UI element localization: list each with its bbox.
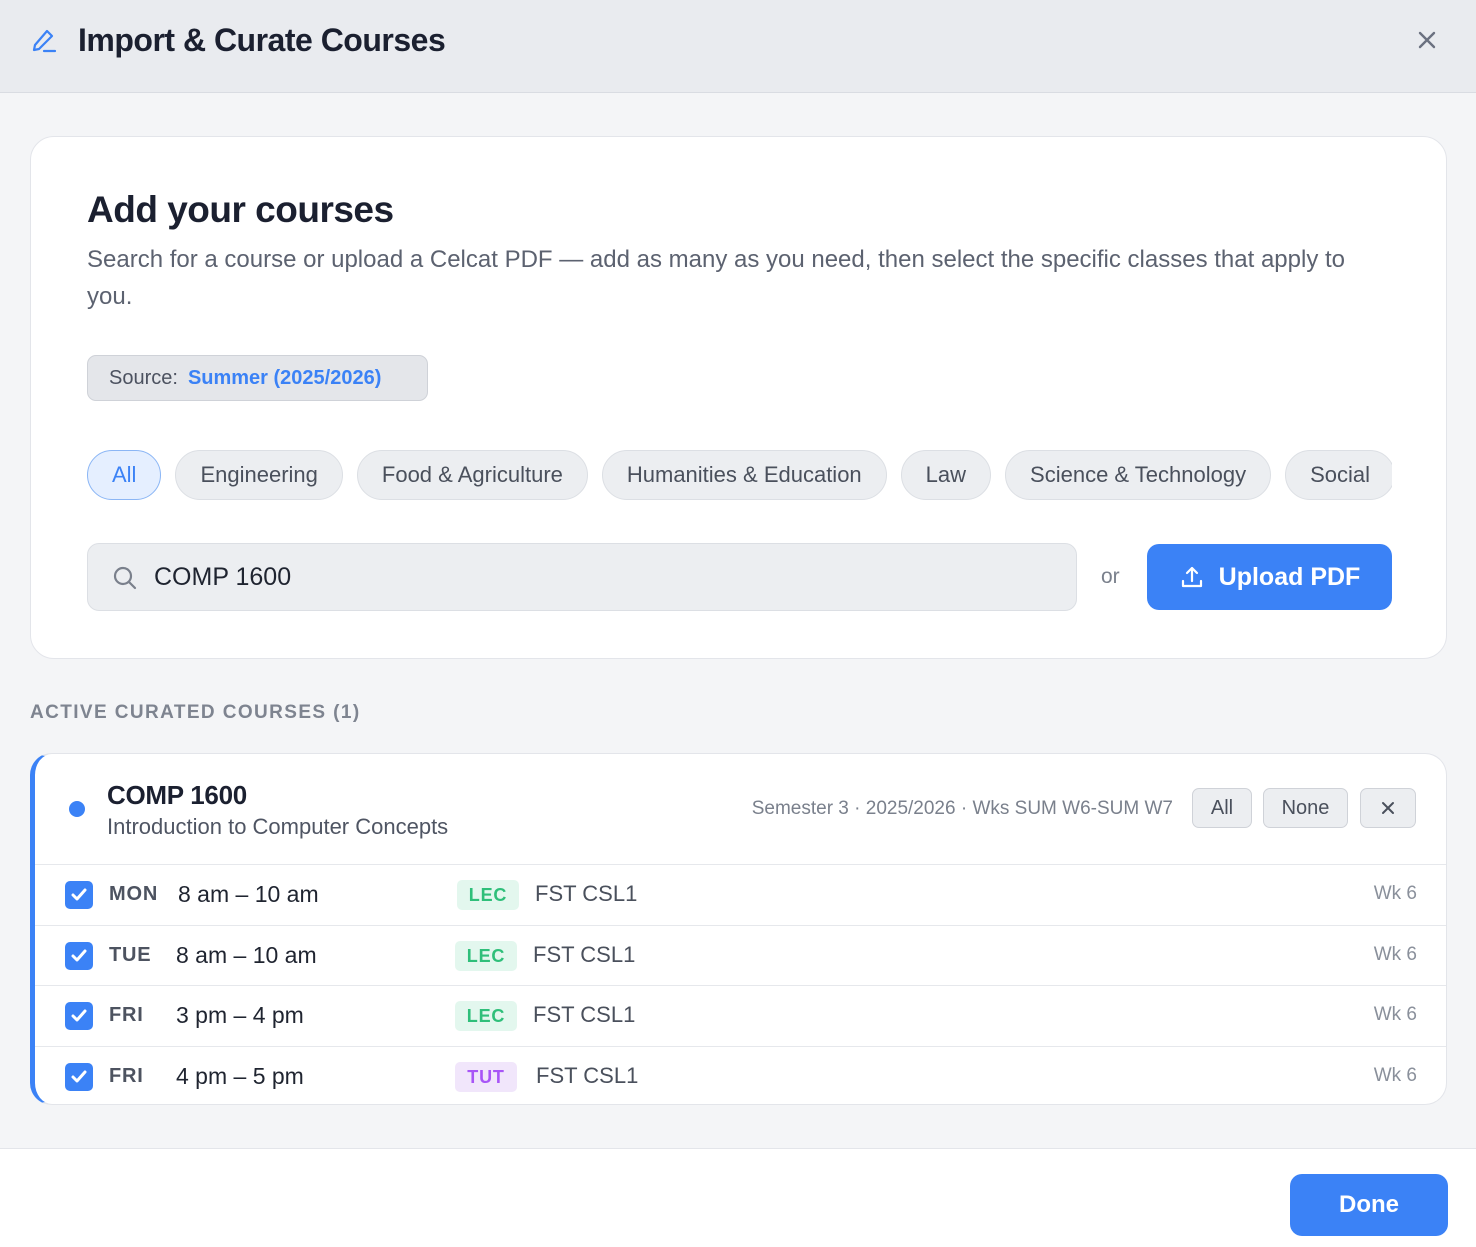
filter-chip-science-technology[interactable]: Science & Technology <box>1005 450 1272 500</box>
class-row: FRI 3 pm – 4 pm LEC FST CSL1 Wk 6 <box>35 985 1446 1046</box>
class-checkbox[interactable] <box>65 942 93 970</box>
class-time: 4 pm – 5 pm <box>176 1063 304 1089</box>
class-week: Wk 6 <box>1373 944 1417 965</box>
search-icon <box>113 566 137 590</box>
class-time: 8 am – 10 am <box>176 942 317 968</box>
upload-pdf-label: Upload PDF <box>1218 562 1361 591</box>
filter-chip-humanities-education[interactable]: Humanities & Education <box>601 450 887 500</box>
remove-course-button[interactable] <box>1360 788 1416 828</box>
select-all-button[interactable]: All <box>1192 788 1252 828</box>
class-type-badge: TUT <box>455 1062 517 1092</box>
add-courses-card: Add your courses Search for a course or … <box>30 136 1447 659</box>
source-value: Summer (2025/2026) <box>187 366 382 389</box>
class-week: Wk 6 <box>1373 1065 1417 1086</box>
class-day: FRI <box>109 1065 144 1087</box>
class-room: FST CSL1 <box>533 942 636 967</box>
checkmark-icon <box>71 1070 87 1083</box>
search-input[interactable] <box>154 554 1054 600</box>
class-room: FST CSL1 <box>536 1063 639 1088</box>
filter-chip-food-agriculture[interactable]: Food & Agriculture <box>356 450 588 500</box>
add-courses-heading: Add your courses <box>87 189 394 230</box>
course-code: COMP 1600 <box>107 780 247 810</box>
filter-chip-social[interactable]: Social <box>1285 450 1392 500</box>
class-day: TUE <box>109 944 152 966</box>
class-week: Wk 6 <box>1373 1004 1417 1025</box>
class-week: Wk 6 <box>1373 883 1417 904</box>
checkmark-icon <box>71 888 87 901</box>
filter-chip-engineering[interactable]: Engineering <box>175 450 343 500</box>
class-room: FST CSL1 <box>535 881 638 906</box>
source-selector[interactable]: Source: Summer (2025/2026) <box>87 355 428 401</box>
class-checkbox[interactable] <box>65 881 93 909</box>
course-status-dot <box>69 801 85 817</box>
select-none-button[interactable]: None <box>1263 788 1348 828</box>
class-time: 3 pm – 4 pm <box>176 1002 304 1028</box>
class-day: MON <box>109 883 159 905</box>
course-meta: Semester 3 · 2025/2026 · Wks SUM W6-SUM … <box>751 798 1173 819</box>
filter-chip-all[interactable]: All <box>87 450 162 500</box>
class-room: FST CSL1 <box>533 1002 636 1027</box>
class-type-badge: LEC <box>455 941 517 971</box>
class-row: MON 8 am – 10 am LEC FST CSL1 Wk 6 <box>35 864 1446 925</box>
dialog-footer: Done <box>0 1148 1476 1247</box>
course-search-box[interactable] <box>87 543 1077 611</box>
close-icon[interactable] <box>1414 27 1440 53</box>
source-label: Source: <box>109 366 178 389</box>
checkmark-icon <box>71 1009 87 1022</box>
class-checkbox[interactable] <box>65 1063 93 1091</box>
active-courses-section-title: ACTIVE CURATED COURSES (1) <box>30 702 361 723</box>
class-day: FRI <box>109 1004 144 1026</box>
class-type-badge: LEC <box>457 880 519 910</box>
class-row: TUE 8 am – 10 am LEC FST CSL1 Wk 6 <box>35 925 1446 986</box>
course-card: COMP 1600 Introduction to Computer Conce… <box>30 753 1447 1105</box>
filter-chip-law[interactable]: Law <box>900 450 992 500</box>
pencil-icon <box>32 29 57 53</box>
class-time: 8 am – 10 am <box>178 881 319 907</box>
or-separator: or <box>1101 565 1120 588</box>
dialog-title: Import & Curate Courses <box>78 22 446 58</box>
class-checkbox[interactable] <box>65 1002 93 1030</box>
course-name: Introduction to Computer Concepts <box>107 814 449 839</box>
checkmark-icon <box>71 949 87 962</box>
done-button[interactable]: Done <box>1290 1174 1448 1236</box>
class-type-badge: LEC <box>455 1001 517 1031</box>
upload-icon <box>1181 566 1202 588</box>
upload-pdf-button[interactable]: Upload PDF <box>1147 544 1392 610</box>
close-icon <box>1382 802 1394 814</box>
add-courses-description: Search for a course or upload a Celcat P… <box>87 246 1346 310</box>
category-filter-bar: All Engineering Food & Agriculture Humaniti… <box>87 450 1392 502</box>
dialog-header: Import & Curate Courses <box>0 0 1476 93</box>
class-row: FRI 4 pm – 5 pm TUT FST CSL1 Wk 6 <box>35 1046 1446 1104</box>
